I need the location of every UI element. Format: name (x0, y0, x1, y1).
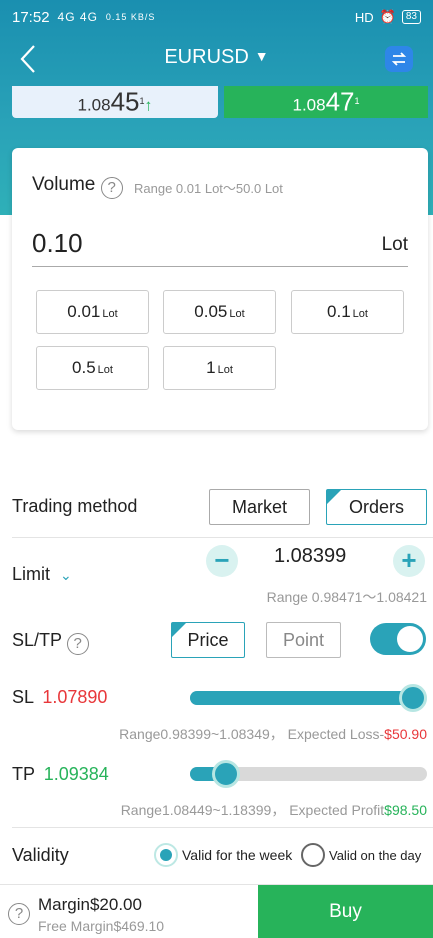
limit-price-input[interactable]: 1.08399 (274, 545, 346, 568)
expected-loss: $50.90 (384, 726, 427, 742)
sl-range-text: Range0.98399~1.08349， Expected Loss- (119, 726, 385, 742)
sl-range: Range0.98399~1.08349， Expected Loss-$50.… (119, 724, 427, 744)
lot-preset-unit: Lot (97, 364, 113, 376)
lot-preset-button[interactable]: 1 Lot (163, 346, 276, 390)
point-mode-button[interactable]: Point (266, 622, 341, 658)
sl-slider-fill (190, 691, 413, 705)
radio-unselected-icon (301, 843, 325, 867)
help-icon[interactable]: ? (8, 903, 30, 925)
volume-label: Volume (32, 174, 96, 195)
price-mode-label: Price (187, 630, 229, 650)
buy-price-prefix: 1.08 (292, 95, 326, 115)
volume-underline (32, 266, 408, 267)
limit-range: Range 0.98471～1.08421 (266, 589, 427, 605)
lot-preset-value: 0.1 (327, 302, 351, 321)
signal-icons: 4G 4G (57, 10, 98, 24)
bottom-bar: ? Margin$20.00 Free Margin$469.10 Buy (0, 884, 433, 938)
orders-label: Orders (348, 497, 404, 517)
orders-button[interactable]: Orders (326, 489, 427, 525)
lot-preset-button[interactable]: 0.01 Lot (36, 290, 149, 334)
point-mode-label: Point (282, 630, 325, 650)
radio-selected-icon (154, 843, 178, 867)
limit-selector[interactable]: Limit ⌄ (12, 564, 72, 585)
sltp-toggle[interactable] (370, 623, 426, 655)
lot-preset-unit: Lot (217, 364, 233, 376)
lot-preset-button[interactable]: 0.5 Lot (36, 346, 149, 390)
tp-slider-handle[interactable] (211, 760, 240, 788)
hd-icon: HD (354, 9, 374, 25)
decrease-button[interactable]: − (206, 545, 238, 577)
lot-preset-button[interactable]: 0.05 Lot (163, 290, 276, 334)
tp-range-text: Range1.08449~1.18399， Expected Profit (120, 802, 385, 818)
lot-preset-value: 1 (206, 358, 216, 377)
sell-price-prefix: 1.08 (77, 95, 111, 115)
divider (12, 827, 433, 828)
status-bar: 17:52 4G 4G 0.15 KB/S HD ⏰ 83 (0, 0, 433, 34)
price-row: 1.08451↑ 1.08471 (12, 86, 428, 118)
sl-label: SL (12, 687, 34, 707)
lot-preset-value: 0.5 (72, 358, 96, 377)
sl-slider[interactable] (190, 684, 427, 712)
lot-preset-unit: Lot (352, 308, 368, 320)
sell-price[interactable]: 1.08451↑ (12, 86, 218, 118)
sl-row: SL 1.07890 (12, 687, 107, 708)
status-time: 17:52 (12, 8, 50, 26)
validity-option-day[interactable]: Valid on the day (301, 843, 421, 867)
selected-corner-icon (327, 490, 341, 504)
up-arrow-icon: ↑ (144, 97, 153, 115)
divider (12, 537, 433, 538)
volume-input[interactable]: 0.10 (32, 228, 83, 259)
volume-range: Range 0.01 Lot～50.0 Lot (134, 181, 283, 196)
sell-price-big: 45 (110, 86, 140, 117)
caret-down-icon: ▼ (254, 48, 269, 64)
status-right: HD ⏰ 83 (355, 9, 421, 25)
volume-unit: Lot (381, 234, 408, 255)
selected-corner-icon (172, 623, 186, 637)
nav-bar: EURUSD ▼ (0, 36, 433, 82)
sltp-label: SL/TP (12, 630, 62, 650)
validity-day-label: Valid on the day (329, 847, 422, 863)
volume-label-row: Volume ? (32, 174, 123, 199)
trading-method-label: Trading method (12, 496, 138, 516)
sl-slider-handle[interactable] (398, 684, 427, 712)
validity-label: Validity (12, 845, 69, 865)
lot-preset-unit: Lot (229, 308, 245, 320)
tp-label: TP (12, 764, 35, 784)
free-margin-value: Free Margin$469.10 (38, 918, 165, 934)
volume-card: Volume ? Range 0.01 Lot～50.0 Lot 0.10 Lo… (12, 148, 428, 430)
tp-value: 1.09384 (43, 764, 109, 784)
margin-value: Margin$20.00 (38, 895, 142, 914)
price-mode-button[interactable]: Price (171, 622, 245, 658)
lot-preset-value: 0.01 (67, 302, 101, 321)
lot-preset-value: 0.05 (194, 302, 228, 321)
buy-button[interactable]: Buy (258, 885, 433, 938)
page-title: EURUSD (164, 46, 249, 68)
symbol-selector[interactable]: EURUSD ▼ (0, 46, 433, 69)
sl-value: 1.07890 (42, 687, 108, 707)
lot-preset-unit: Lot (102, 308, 118, 320)
limit-label: Limit (12, 564, 51, 584)
market-label: Market (231, 497, 287, 517)
tp-row: TP 1.09384 (12, 764, 109, 785)
sltp-label-row: SL/TP ? (12, 630, 89, 655)
toggle-knob (397, 626, 423, 652)
network-speed: 0.15 KB/S (105, 12, 156, 22)
help-icon[interactable]: ? (100, 177, 123, 199)
tp-slider[interactable] (190, 760, 427, 788)
battery-icon: 83 (401, 10, 421, 24)
buy-price[interactable]: 1.08471 (224, 86, 428, 118)
increase-button[interactable]: + (393, 545, 425, 577)
tp-range: Range1.08449~1.18399， Expected Profit$98… (121, 800, 427, 820)
buy-price-suffix: 1 (354, 96, 360, 106)
validity-week-label: Valid for the week (182, 847, 293, 863)
help-icon[interactable]: ? (66, 633, 89, 655)
alarm-icon: ⏰ (379, 9, 396, 24)
swap-icon[interactable] (385, 46, 413, 72)
expected-profit: $98.50 (384, 802, 427, 818)
market-button[interactable]: Market (209, 489, 310, 525)
chevron-down-icon: ⌄ (60, 567, 72, 583)
validity-option-week[interactable]: Valid for the week (154, 843, 292, 867)
lot-preset-button[interactable]: 0.1 Lot (291, 290, 404, 334)
buy-price-big: 47 (325, 86, 355, 117)
